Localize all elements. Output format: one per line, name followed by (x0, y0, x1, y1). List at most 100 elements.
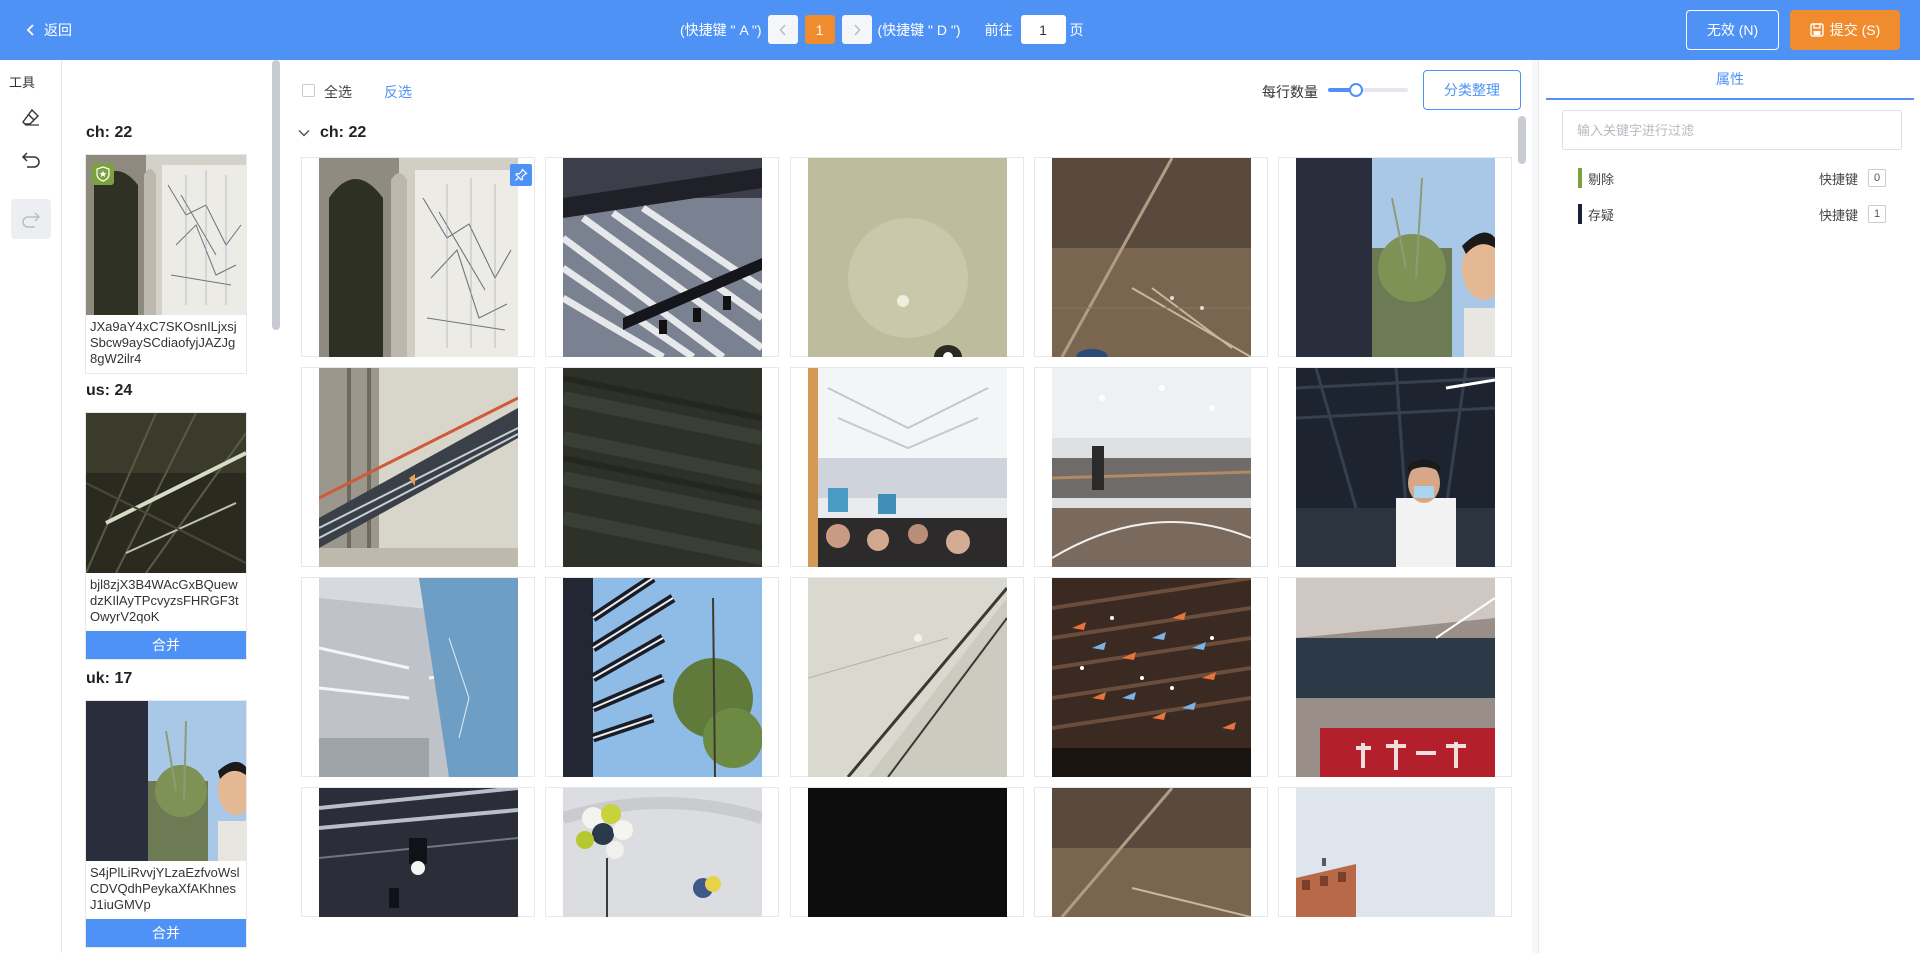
classify-button[interactable]: 分类整理 (1423, 70, 1521, 110)
group-thumbnail-image[interactable] (86, 701, 246, 861)
image-card[interactable] (1034, 157, 1268, 357)
image-thumbnail[interactable] (319, 578, 518, 777)
label-item-remove[interactable]: 剔除 快捷键 0 (1578, 168, 1886, 188)
image-thumbnail[interactable] (319, 788, 518, 917)
image-thumbnail[interactable] (563, 788, 762, 917)
per-row-slider-handle[interactable] (1349, 83, 1363, 97)
hotkey-label: 快捷键 (1818, 207, 1858, 223)
next-shortcut-hint: (快捷键 " D ") (877, 21, 961, 38)
label-name: 存疑 (1588, 207, 1615, 223)
image-card[interactable] (545, 157, 779, 357)
image-thumbnail[interactable] (319, 368, 518, 567)
image-thumbnail[interactable] (1052, 578, 1251, 777)
submit-label: 提交 (S) (1829, 22, 1881, 38)
label-name: 剔除 (1588, 171, 1615, 187)
image-thumbnail[interactable] (563, 578, 762, 777)
current-page-number[interactable]: 1 (804, 15, 835, 44)
pin-icon[interactable] (510, 164, 532, 186)
image-thumbnail[interactable] (808, 578, 1007, 777)
select-all-checkbox[interactable] (302, 84, 315, 97)
image-card[interactable] (301, 157, 535, 357)
section-label: ch: 22 (320, 124, 367, 141)
image-thumbnail[interactable] (808, 788, 1007, 917)
image-card[interactable] (301, 367, 535, 567)
redo-button[interactable] (11, 199, 51, 239)
grid-scrollbar[interactable] (1518, 116, 1526, 164)
label-color-marker (1578, 204, 1582, 224)
image-thumbnail[interactable] (808, 368, 1007, 567)
undo-button[interactable] (11, 139, 51, 179)
image-card[interactable] (790, 367, 1024, 567)
back-button[interactable]: 返回 (26, 20, 72, 40)
save-icon (1810, 23, 1824, 37)
submit-button[interactable]: 提交 (S) (1790, 10, 1900, 50)
image-card[interactable] (790, 787, 1024, 917)
image-thumbnail[interactable] (808, 158, 1007, 357)
section-header[interactable]: ch: 22 (298, 124, 366, 142)
prev-shortcut-hint: (快捷键 " A ") (680, 21, 762, 38)
image-card[interactable] (1034, 577, 1268, 777)
group-image-id: S4jPlLiRvvjYLzaEzfvoWslCDVQdhPeykaXfAKhn… (90, 865, 240, 912)
group-thumbnail-image[interactable] (86, 413, 246, 573)
goto-page-input[interactable] (1020, 15, 1066, 44)
group-label-us: us: 24 (86, 382, 133, 399)
image-card[interactable] (301, 787, 535, 917)
page-unit-label: 页 (1069, 21, 1084, 38)
goto-label: 前往 (984, 21, 1013, 38)
group-image-id: bjl8zjX3B4WAcGxBQuewdzKIlAyTPcvyzsFHRGF3… (90, 577, 239, 624)
redo-icon (22, 212, 41, 228)
per-row-label: 每行数量 (1262, 84, 1318, 100)
group-label-uk: uk: 17 (86, 670, 133, 687)
image-thumbnail[interactable] (319, 158, 518, 357)
image-thumbnail[interactable] (563, 368, 762, 567)
attribute-panel (1538, 60, 1920, 953)
invert-selection-link[interactable]: 反选 (384, 82, 412, 102)
image-card[interactable] (545, 577, 779, 777)
image-card[interactable] (545, 367, 779, 567)
next-page-button[interactable] (841, 15, 872, 44)
merge-button[interactable]: 合并 (86, 919, 246, 947)
image-thumbnail[interactable] (1296, 578, 1495, 777)
group-label-ch: ch: 22 (86, 124, 133, 141)
group-card-us[interactable]: bjl8zjX3B4WAcGxBQuewdzKIlAyTPcvyzsFHRGF3… (85, 412, 247, 660)
invalid-button[interactable]: 无效 (N) (1686, 10, 1779, 50)
label-item-doubtful[interactable]: 存疑 快捷键 1 (1578, 204, 1886, 224)
thumbnails-scrollbar[interactable] (272, 60, 280, 330)
image-card[interactable] (790, 577, 1024, 777)
image-card[interactable] (301, 577, 535, 777)
eraser-tool-button[interactable] (11, 97, 51, 137)
select-all-label[interactable]: 全选 (324, 82, 352, 102)
image-card[interactable] (545, 787, 779, 917)
image-thumbnail[interactable] (1052, 368, 1251, 567)
pagination: (快捷键 " A ") 1 (快捷键 " D ") 前往 页 (680, 15, 1084, 44)
image-thumbnail[interactable] (1296, 368, 1495, 567)
image-thumbnail[interactable] (1052, 158, 1251, 357)
image-card[interactable] (1278, 787, 1512, 917)
keyword-filter-input[interactable] (1562, 110, 1902, 150)
group-thumbnail-image[interactable] (86, 155, 246, 315)
back-label: 返回 (44, 22, 72, 38)
image-card[interactable] (1278, 157, 1512, 357)
image-card[interactable] (1278, 577, 1512, 777)
hotkey-key: 1 (1868, 205, 1886, 223)
prev-page-button[interactable] (767, 15, 798, 44)
image-thumbnail[interactable] (563, 158, 762, 357)
group-card-ch[interactable]: JXa9aY4xC7SKOsnILjxsjSbcw9aySCdiaofyjJAZ… (85, 154, 247, 374)
image-card[interactable] (1034, 787, 1268, 917)
tab-attributes[interactable]: 属性 (1546, 60, 1914, 100)
group-image-id: JXa9aY4xC7SKOsnILjxsjSbcw9aySCdiaofyjJAZ… (90, 319, 237, 366)
label-color-marker (1578, 168, 1582, 188)
eraser-icon (22, 108, 39, 126)
group-card-uk[interactable]: S4jPlLiRvvjYLzaEzfvoWslCDVQdhPeykaXfAKhn… (85, 700, 247, 948)
per-row-slider[interactable] (1328, 88, 1408, 92)
chevron-left-icon (26, 24, 34, 36)
image-thumbnail[interactable] (1052, 788, 1251, 917)
image-card[interactable] (790, 157, 1024, 357)
image-card[interactable] (1278, 367, 1512, 567)
shield-star-icon (92, 163, 114, 185)
merge-button[interactable]: 合并 (86, 631, 246, 659)
image-card[interactable] (1034, 367, 1268, 567)
image-thumbnail[interactable] (1296, 788, 1495, 917)
image-thumbnail[interactable] (1296, 158, 1495, 357)
chevron-left-icon (778, 23, 786, 36)
